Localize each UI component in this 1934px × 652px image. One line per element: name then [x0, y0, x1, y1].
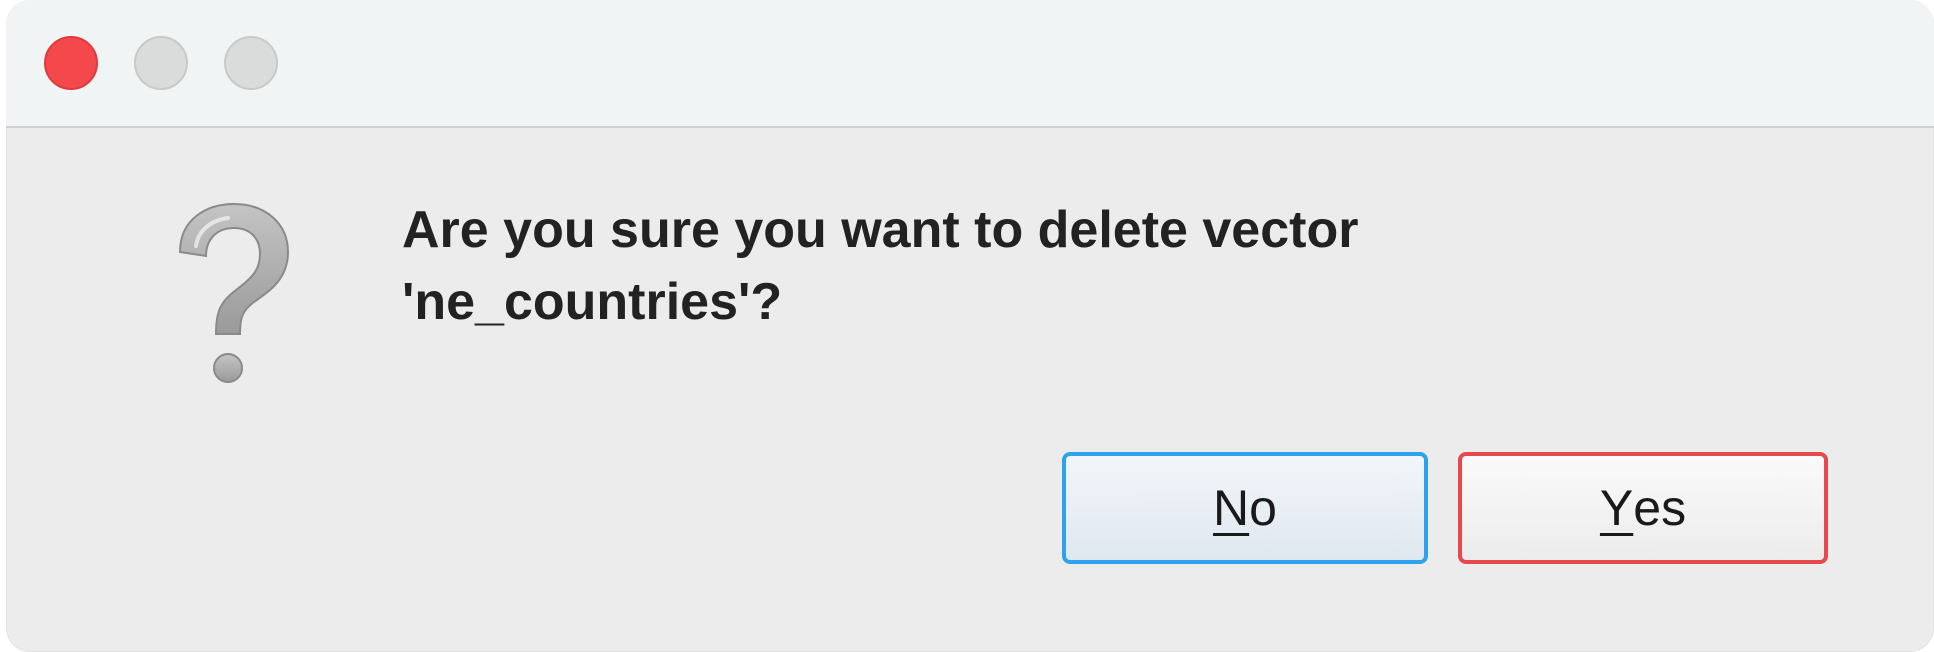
no-button[interactable]: No — [1062, 452, 1428, 564]
no-mnemonic: N — [1213, 480, 1250, 536]
yes-label-rest: es — [1633, 480, 1687, 536]
message-line-2: 'ne_countries'? — [402, 273, 783, 331]
dialog-message: Are you sure you want to delete vector '… — [402, 194, 1602, 338]
close-button[interactable] — [44, 36, 98, 90]
minimize-button[interactable] — [134, 36, 188, 90]
question-icon — [178, 202, 290, 383]
no-label-rest: o — [1249, 480, 1277, 536]
title-bar — [6, 0, 1934, 128]
yes-mnemonic: Y — [1599, 480, 1634, 536]
message-line-1: Are you sure you want to delete vector — [402, 201, 1359, 259]
dialog-window: Are you sure you want to delete vector '… — [6, 0, 1934, 652]
zoom-button[interactable] — [224, 36, 278, 90]
yes-button[interactable]: Yes — [1458, 452, 1828, 564]
